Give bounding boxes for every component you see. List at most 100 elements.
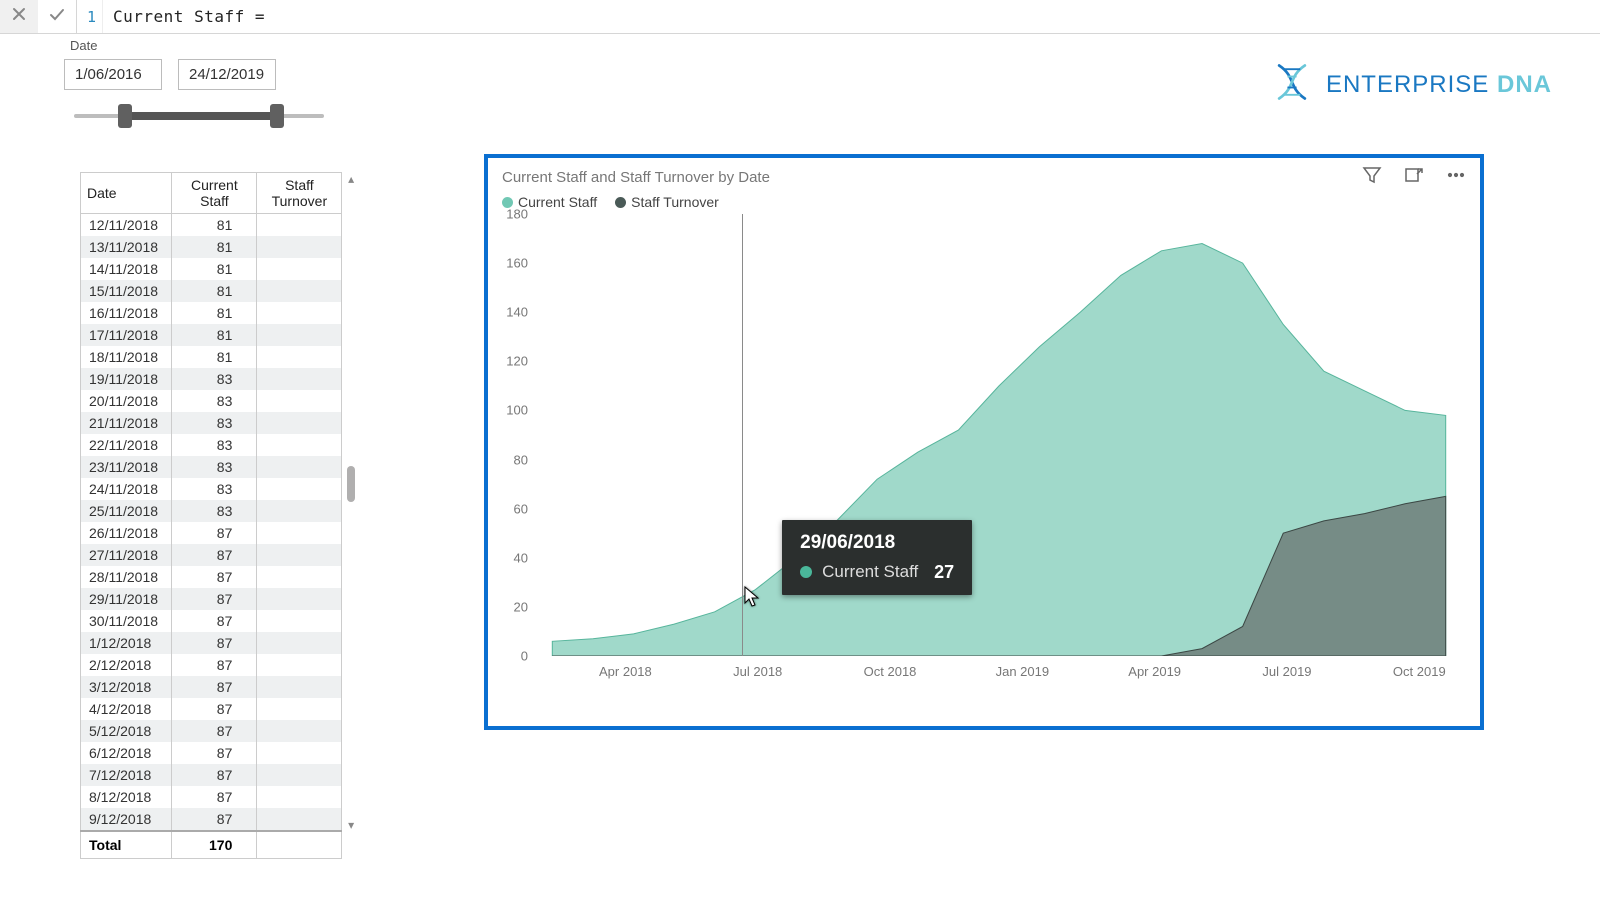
table-row[interactable]: 8/12/201887	[81, 786, 342, 808]
y-tick: 40	[514, 550, 528, 565]
cancel-formula-button[interactable]	[0, 0, 38, 33]
x-tick: Jul 2019	[1262, 664, 1311, 679]
cell-staff: 81	[172, 324, 257, 346]
tooltip-date: 29/06/2018	[800, 532, 954, 554]
cell-date: 17/11/2018	[81, 324, 172, 346]
table-row[interactable]: 17/11/201881	[81, 324, 342, 346]
table-row[interactable]: 9/12/201887	[81, 808, 342, 831]
formula-text[interactable]: Current Staff =	[103, 7, 265, 26]
table-row[interactable]: 1/12/201887	[81, 632, 342, 654]
table-row[interactable]: 5/12/201887	[81, 720, 342, 742]
x-tick: Jan 2019	[996, 664, 1050, 679]
table-row[interactable]: 15/11/201881	[81, 280, 342, 302]
focus-mode-icon[interactable]	[1404, 165, 1424, 190]
cell-staff: 81	[172, 258, 257, 280]
table-row[interactable]: 18/11/201881	[81, 346, 342, 368]
cell-date: 1/12/2018	[81, 632, 172, 654]
table-row[interactable]: 19/11/201883	[81, 368, 342, 390]
hover-guideline	[742, 214, 743, 656]
x-axis: Apr 2018Jul 2018Oct 2018Jan 2019Apr 2019…	[532, 660, 1466, 684]
table-row[interactable]: 24/11/201883	[81, 478, 342, 500]
table-row[interactable]: 27/11/201887	[81, 544, 342, 566]
filter-icon[interactable]	[1362, 165, 1382, 190]
cell-staff: 83	[172, 368, 257, 390]
cell-turnover	[257, 214, 342, 237]
cell-turnover	[257, 412, 342, 434]
cell-turnover	[257, 720, 342, 742]
cell-turnover	[257, 544, 342, 566]
table-row[interactable]: 6/12/201887	[81, 742, 342, 764]
table-row[interactable]: 13/11/201881	[81, 236, 342, 258]
table-row[interactable]: 12/11/201881	[81, 214, 342, 237]
commit-formula-button[interactable]	[38, 0, 76, 33]
cell-turnover	[257, 368, 342, 390]
table-row[interactable]: 14/11/201881	[81, 258, 342, 280]
slider-handle-start[interactable]	[118, 104, 132, 128]
cell-turnover	[257, 434, 342, 456]
cell-staff: 81	[172, 280, 257, 302]
scroll-thumb[interactable]	[347, 466, 355, 502]
cell-date: 5/12/2018	[81, 720, 172, 742]
brand-suffix: DNA	[1497, 71, 1552, 98]
table-row[interactable]: 21/11/201883	[81, 412, 342, 434]
cell-turnover	[257, 302, 342, 324]
cell-turnover	[257, 346, 342, 368]
table-row[interactable]: 26/11/201887	[81, 522, 342, 544]
cell-date: 23/11/2018	[81, 456, 172, 478]
cell-turnover	[257, 456, 342, 478]
slicer-end-date[interactable]: 24/12/2019	[178, 59, 276, 90]
table-row[interactable]: 4/12/201887	[81, 698, 342, 720]
cell-turnover	[257, 258, 342, 280]
cell-staff: 83	[172, 456, 257, 478]
table-row[interactable]: 29/11/201887	[81, 588, 342, 610]
scroll-down-icon[interactable]: ▾	[348, 818, 354, 832]
chart-plot[interactable]: 180160140120100806040200 29/06/2018 Curr…	[532, 214, 1466, 684]
table-row[interactable]: 3/12/201887	[81, 676, 342, 698]
scroll-up-icon[interactable]: ▴	[348, 172, 354, 186]
cell-staff: 83	[172, 434, 257, 456]
cell-turnover	[257, 236, 342, 258]
cell-date: 30/11/2018	[81, 610, 172, 632]
table-row[interactable]: 16/11/201881	[81, 302, 342, 324]
staff-table-visual[interactable]: Date Current Staff Staff Turnover 12/11/…	[80, 172, 360, 832]
tooltip-row: Current Staff 27	[800, 562, 954, 583]
slider-handle-end[interactable]	[270, 104, 284, 128]
table-row[interactable]: 25/11/201883	[81, 500, 342, 522]
plot-area[interactable]	[532, 214, 1466, 656]
col-staff-turnover[interactable]: Staff Turnover	[257, 173, 342, 214]
cell-date: 3/12/2018	[81, 676, 172, 698]
y-tick: 80	[514, 452, 528, 467]
check-icon	[49, 6, 65, 27]
date-slicer[interactable]: Date 1/06/2016 24/12/2019	[64, 38, 334, 136]
brand-text: ENTERPRISE DNA	[1326, 71, 1552, 99]
table-row[interactable]: 28/11/201887	[81, 566, 342, 588]
cell-date: 2/12/2018	[81, 654, 172, 676]
cell-date: 28/11/2018	[81, 566, 172, 588]
cell-date: 22/11/2018	[81, 434, 172, 456]
table-row[interactable]: 23/11/201883	[81, 456, 342, 478]
staff-area-chart-visual[interactable]: Current Staff and Staff Turnover by Date…	[484, 154, 1484, 730]
table-row[interactable]: 7/12/201887	[81, 764, 342, 786]
table-row[interactable]: 22/11/201883	[81, 434, 342, 456]
more-options-icon[interactable]	[1446, 165, 1466, 190]
cell-date: 12/11/2018	[81, 214, 172, 237]
table-row[interactable]: 20/11/201883	[81, 390, 342, 412]
slicer-start-date[interactable]: 1/06/2016	[64, 59, 162, 90]
formula-line-number: 1	[77, 0, 103, 33]
table-row[interactable]: 2/12/201887	[81, 654, 342, 676]
slicer-date-inputs: 1/06/2016 24/12/2019	[64, 59, 334, 90]
slider-fill	[124, 112, 274, 120]
y-tick: 120	[506, 354, 528, 369]
col-date[interactable]: Date	[81, 173, 172, 214]
close-icon	[11, 6, 27, 27]
y-tick: 20	[514, 599, 528, 614]
table-scrollbar[interactable]: ▴ ▾	[342, 172, 360, 832]
dna-icon	[1270, 60, 1314, 109]
table-row[interactable]: 30/11/201887	[81, 610, 342, 632]
slicer-slider[interactable]	[64, 96, 334, 136]
col-current-staff[interactable]: Current Staff	[172, 173, 257, 214]
cell-staff: 87	[172, 632, 257, 654]
brand-name: ENTERPRISE	[1326, 71, 1489, 98]
cell-date: 14/11/2018	[81, 258, 172, 280]
legend-staff-turnover[interactable]: Staff Turnover	[615, 194, 719, 210]
